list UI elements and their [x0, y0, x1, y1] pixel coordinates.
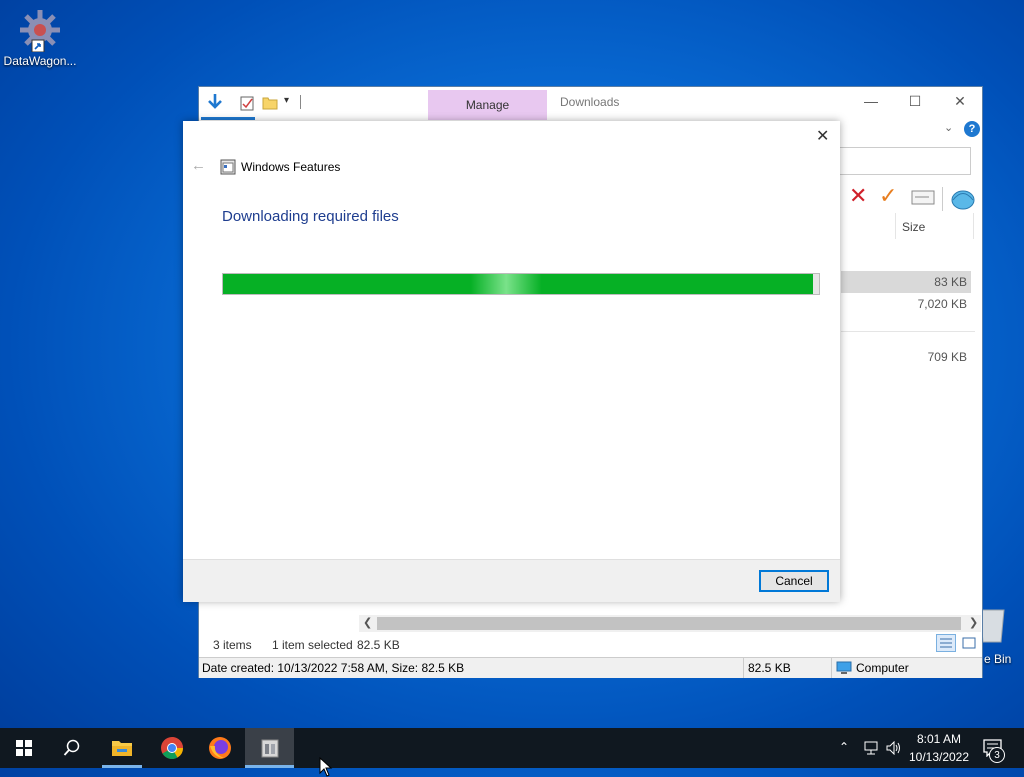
- windows-features-taskbar-icon: [261, 739, 278, 758]
- desktop-icon-datawagon[interactable]: DataWagon...: [0, 8, 80, 68]
- taskbar-firefox[interactable]: [196, 728, 244, 768]
- details-location: Computer: [856, 661, 909, 675]
- details-view-icon: [940, 638, 952, 648]
- row-separator: [841, 331, 975, 332]
- delete-icon[interactable]: ✕: [849, 185, 867, 207]
- close-button[interactable]: ✕: [950, 93, 970, 110]
- taskbar-chrome[interactable]: [148, 728, 196, 768]
- taskbar-windows-features[interactable]: [245, 728, 294, 768]
- search-input[interactable]: [839, 147, 971, 175]
- dialog-close-button[interactable]: ✕: [816, 126, 829, 146]
- download-arrow-icon[interactable]: [205, 92, 225, 112]
- shell-icon[interactable]: [950, 187, 976, 211]
- windows-features-dialog[interactable]: ✕ ← Windows Features Downloading require…: [183, 121, 840, 602]
- notification-badge: 3: [989, 747, 1005, 763]
- selected-size: 82.5 KB: [357, 638, 400, 652]
- details-bar: Date created: 10/13/2022 7:58 AM, Size: …: [199, 657, 982, 678]
- items-count: 3 items: [213, 638, 252, 652]
- start-button[interactable]: [0, 728, 48, 768]
- windows-logo-icon: [16, 740, 32, 756]
- column-header-size[interactable]: Size: [902, 220, 925, 234]
- firefox-icon: [209, 737, 231, 759]
- minimize-button[interactable]: —: [861, 93, 881, 109]
- table-row[interactable]: 709 KB: [841, 347, 971, 369]
- show-hidden-icons-button[interactable]: ⌃: [839, 740, 849, 754]
- new-folder-icon[interactable]: [262, 95, 278, 111]
- file-size: 7,020 KB: [917, 297, 967, 311]
- status-bar: 3 items 1 item selected 82.5 KB: [199, 633, 982, 655]
- folder-icon: [112, 741, 132, 756]
- scrollbar-thumb[interactable]: [377, 617, 961, 630]
- scroll-left-icon[interactable]: ❮: [363, 616, 372, 629]
- details-info: Date created: 10/13/2022 7:58 AM, Size: …: [202, 661, 465, 675]
- dialog-title: Windows Features: [241, 160, 341, 174]
- taskbar-file-explorer[interactable]: [98, 728, 146, 768]
- windows-features-icon: [220, 159, 236, 175]
- search-button[interactable]: [48, 728, 96, 768]
- column-divider: [895, 213, 896, 239]
- selected-count: 1 item selected: [272, 638, 353, 652]
- table-row[interactable]: 83 KB: [841, 271, 971, 293]
- properties-icon[interactable]: [240, 95, 256, 111]
- computer-icon: [836, 661, 852, 674]
- file-size: 709 KB: [927, 350, 967, 364]
- details-view-button[interactable]: [936, 634, 956, 652]
- desktop-icon-label: e Bin: [984, 652, 1012, 666]
- cancel-button[interactable]: Cancel: [759, 570, 829, 592]
- chrome-icon: [161, 737, 183, 759]
- customize-toolbar-icon[interactable]: ▾: [284, 95, 289, 106]
- window-title: Downloads: [560, 95, 620, 109]
- ribbon: ▾ Manage Downloads — ☐ ✕: [199, 87, 982, 120]
- chevron-down-icon[interactable]: ⌄: [944, 121, 953, 134]
- quick-access-underline: [201, 117, 255, 120]
- dialog-footer: Cancel: [183, 559, 840, 602]
- details-divider: [831, 658, 832, 678]
- back-arrow-icon[interactable]: ←: [191, 157, 206, 174]
- gear-icon: [20, 10, 60, 52]
- network-icon[interactable]: [864, 741, 880, 755]
- scroll-right-icon[interactable]: ❯: [969, 616, 978, 629]
- toolbar-divider: [942, 187, 943, 211]
- maximize-button[interactable]: ☐: [905, 93, 925, 110]
- mouse-cursor-icon: [319, 757, 333, 777]
- rename-icon[interactable]: [911, 189, 935, 207]
- column-divider: [973, 213, 974, 239]
- taskbar: ⌃ 8:01 AM 10/13/2022 3: [0, 728, 1024, 768]
- ribbon-divider: [300, 95, 301, 109]
- horizontal-scrollbar[interactable]: ❮ ❯: [359, 615, 981, 632]
- desktop-icon-label: DataWagon...: [3, 54, 77, 68]
- clock-time[interactable]: 8:01 AM: [906, 732, 972, 746]
- checkmark-icon[interactable]: ✓: [879, 185, 897, 207]
- file-size: 83 KB: [934, 275, 967, 289]
- clock-date[interactable]: 10/13/2022: [906, 750, 972, 764]
- download-progress-bar: [222, 273, 820, 295]
- volume-icon[interactable]: [886, 741, 902, 755]
- progress-fill: [223, 274, 814, 294]
- dialog-heading: Downloading required files: [222, 208, 399, 225]
- table-row[interactable]: 7,020 KB: [841, 294, 971, 316]
- details-divider: [743, 658, 744, 678]
- tab-manage[interactable]: Manage: [428, 90, 547, 120]
- help-icon[interactable]: ?: [964, 121, 980, 137]
- details-size: 82.5 KB: [748, 661, 791, 675]
- large-icons-view-icon: [962, 637, 976, 649]
- large-icons-view-button[interactable]: [960, 634, 978, 652]
- search-icon: [63, 739, 80, 756]
